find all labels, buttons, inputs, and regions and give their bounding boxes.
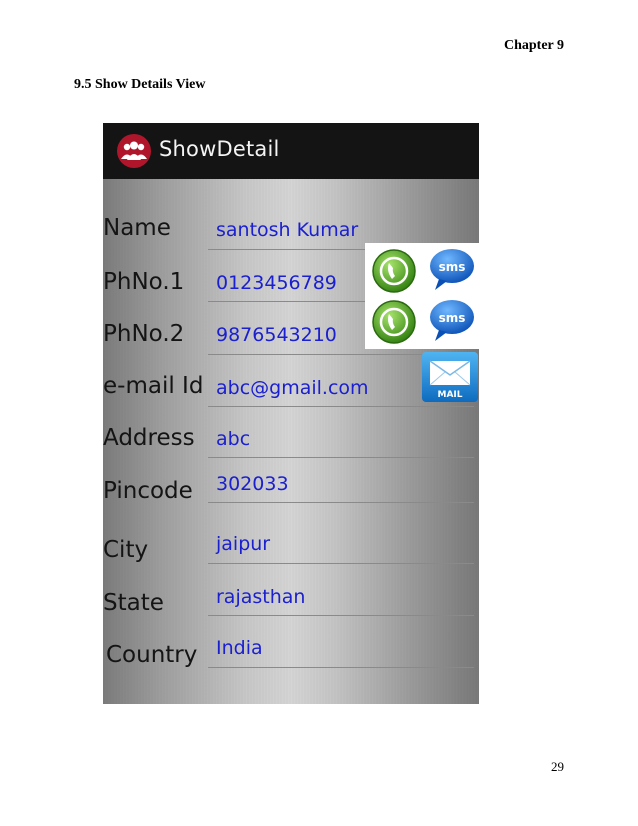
chapter-heading: Chapter 9: [503, 38, 564, 53]
sms-label: sms: [439, 311, 466, 325]
contact-actions-panel: sms sms: [365, 243, 479, 349]
value-phone-1[interactable]: 0123456789: [216, 272, 337, 294]
value-name[interactable]: santosh Kumar: [216, 219, 358, 241]
sms-icon[interactable]: sms: [427, 246, 477, 294]
field-underline: [208, 457, 474, 458]
value-address[interactable]: abc: [216, 428, 250, 450]
label-phone-1: PhNo.1: [103, 269, 185, 295]
label-city: City: [103, 537, 149, 563]
value-pincode[interactable]: 302033: [216, 473, 289, 495]
label-pincode: Pincode: [103, 478, 193, 504]
field-underline: [208, 667, 474, 668]
app-users-icon: [117, 134, 151, 168]
label-email: e-mail Id: [103, 373, 204, 399]
value-city[interactable]: jaipur: [216, 533, 270, 555]
value-country[interactable]: India: [216, 637, 263, 659]
field-underline: [208, 406, 474, 407]
label-name: Name: [103, 215, 171, 241]
mail-label: MAIL: [437, 390, 462, 400]
field-underline: [208, 502, 474, 503]
sms-icon[interactable]: sms: [427, 297, 477, 345]
label-country: Country: [106, 642, 198, 668]
app-title: ShowDetail: [159, 137, 280, 161]
label-state: State: [103, 590, 164, 616]
mail-icon[interactable]: MAIL: [421, 351, 479, 403]
value-state[interactable]: rajasthan: [216, 586, 305, 608]
page-number: 29: [551, 759, 564, 774]
action-bar: ShowDetail: [103, 123, 479, 179]
call-icon[interactable]: [371, 299, 417, 345]
phone-screenshot: ShowDetail Name santosh Kumar PhNo.1 012…: [103, 123, 479, 704]
value-email[interactable]: abc@gmail.com: [216, 377, 369, 399]
field-underline: [208, 615, 474, 616]
section-title: 9.5 Show Details View: [74, 77, 206, 92]
value-phone-2[interactable]: 9876543210: [216, 324, 337, 346]
sms-label: sms: [439, 260, 466, 274]
call-icon[interactable]: [371, 248, 417, 294]
field-underline: [208, 563, 474, 564]
label-address: Address: [103, 425, 195, 451]
label-phone-2: PhNo.2: [103, 321, 185, 347]
